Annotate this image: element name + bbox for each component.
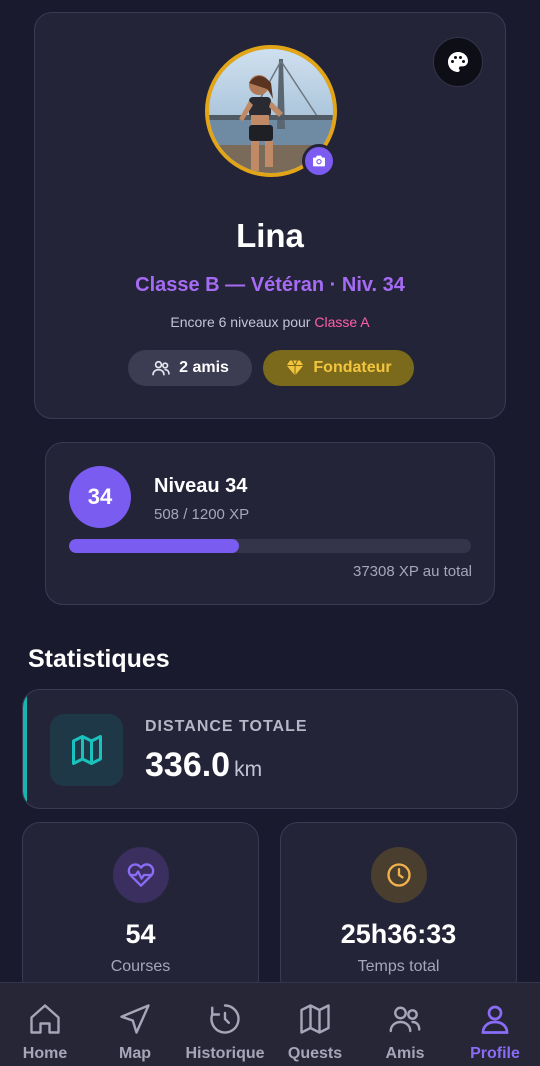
navigation-icon bbox=[120, 1004, 150, 1034]
nav-label-home: Home bbox=[22, 1045, 68, 1062]
nav-label-map: Map bbox=[119, 1045, 151, 1062]
promotion-prefix: Encore 6 niveaux pour bbox=[170, 314, 315, 330]
heart-pulse-icon-box bbox=[113, 847, 169, 903]
section-title-stats: Statistiques bbox=[28, 645, 170, 673]
level-card: 34 Niveau 34 508 / 1200 XP 37308 XP au t… bbox=[45, 442, 495, 605]
camera-icon bbox=[313, 155, 325, 167]
distance-accent-bar bbox=[23, 690, 27, 808]
distance-card: DISTANCE TOTALE 336.0 km bbox=[22, 689, 518, 809]
class-level-text: Classe B — Vétéran · Niv. 34 bbox=[135, 274, 405, 296]
map-icon bbox=[71, 735, 102, 765]
time-value: 25h36:33 bbox=[340, 919, 457, 949]
nav-historique[interactable]: Historique bbox=[180, 983, 270, 1066]
friends-count: 2 amis bbox=[179, 359, 229, 376]
history-icon bbox=[210, 1004, 240, 1034]
distance-unit: km bbox=[234, 758, 263, 781]
courses-card: 54 Courses bbox=[22, 822, 259, 997]
users-icon bbox=[152, 360, 170, 376]
distance-number: 336.0 bbox=[145, 746, 231, 784]
level-number: 34 bbox=[69, 466, 131, 528]
courses-label: Courses bbox=[110, 958, 171, 975]
nav-quests[interactable]: Quests bbox=[270, 983, 360, 1066]
courses-value: 54 bbox=[125, 919, 156, 949]
nav-home[interactable]: Home bbox=[0, 983, 90, 1066]
distance-icon-box bbox=[50, 714, 123, 786]
home-icon bbox=[30, 1004, 60, 1034]
profile-card: Lina Classe B — Vétéran · Niv. 34 Encore… bbox=[34, 12, 506, 419]
founder-label: Fondateur bbox=[313, 359, 392, 376]
promotion-target: Classe A bbox=[314, 314, 370, 330]
nav-label-quests: Quests bbox=[287, 1045, 343, 1062]
map-icon bbox=[300, 1004, 330, 1034]
time-card: 25h36:33 Temps total bbox=[280, 822, 517, 997]
change-photo-button[interactable] bbox=[302, 144, 336, 178]
distance-label: DISTANCE TOTALE bbox=[145, 718, 308, 735]
distance-value: 336.0 km bbox=[145, 746, 262, 785]
total-xp-text: 37308 XP au total bbox=[353, 563, 472, 580]
nav-amis[interactable]: Amis bbox=[360, 983, 450, 1066]
nav-map[interactable]: Map bbox=[90, 983, 180, 1066]
level-title: Niveau 34 bbox=[154, 475, 248, 497]
users-icon bbox=[389, 1006, 421, 1033]
palette-icon bbox=[448, 52, 468, 72]
user-icon bbox=[481, 1005, 509, 1034]
founder-badge: Fondateur bbox=[263, 350, 414, 386]
bottom-nav: Home Map Historique Quests Amis Profile bbox=[0, 982, 540, 1066]
level-xp-text: 508 / 1200 XP bbox=[154, 506, 250, 523]
nav-label-amis: Amis bbox=[385, 1045, 425, 1062]
promotion-text: Encore 6 niveaux pour Classe A bbox=[35, 314, 505, 330]
clock-icon-box bbox=[371, 847, 427, 903]
theme-button[interactable] bbox=[433, 37, 483, 87]
time-label: Temps total bbox=[357, 958, 440, 975]
nav-profile[interactable]: Profile bbox=[450, 983, 540, 1066]
xp-progress-fill bbox=[69, 539, 240, 553]
nav-label-profile: Profile bbox=[470, 1045, 520, 1062]
xp-progress-bar bbox=[69, 539, 471, 553]
clock-icon bbox=[387, 863, 411, 887]
friends-badge[interactable]: 2 amis bbox=[128, 350, 252, 386]
heart-pulse-icon bbox=[127, 863, 155, 887]
diamond-icon bbox=[287, 360, 304, 376]
user-name: Lina bbox=[236, 217, 304, 254]
nav-label-historique: Historique bbox=[185, 1045, 265, 1062]
